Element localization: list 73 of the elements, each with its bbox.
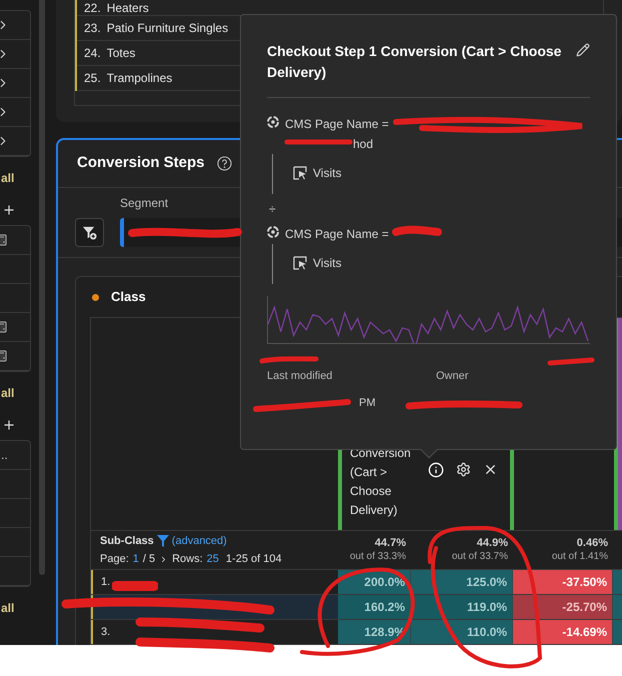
modified-value: PM: [359, 396, 376, 410]
total-base: out of 33.3%: [350, 550, 406, 563]
edit-icon[interactable]: [576, 43, 590, 57]
panel-title: Conversion Steps: [77, 153, 205, 174]
show-all-link[interactable]: all: [1, 169, 36, 187]
table-cell: [613, 570, 622, 594]
row-number: 25.: [84, 70, 101, 87]
total-value: 44.7%: [374, 537, 406, 550]
row-range: 1-25 of 104: [226, 552, 282, 567]
filter-link[interactable]: (advanced): [172, 532, 227, 549]
show-all-link[interactable]: all: [1, 599, 36, 617]
filter-add-icon: [82, 225, 97, 240]
redaction-mark: [258, 354, 320, 366]
table-cell: 119.0%: [411, 595, 513, 619]
table-cell: [613, 595, 622, 619]
info-icon[interactable]: [428, 462, 444, 478]
operator-symbol: ÷: [269, 201, 277, 218]
redaction-mark: [284, 137, 354, 147]
table-cell: 125.0%: [411, 570, 513, 594]
row-label: 3.: [101, 624, 110, 640]
column-title: Conversion (Cart > Choose Delivery): [350, 445, 412, 519]
dimension-rule: CMS Page Name =: [285, 226, 389, 243]
table-cell: 110.0%: [411, 620, 513, 644]
table-cell: 160.2%: [338, 595, 411, 619]
close-icon[interactable]: [483, 462, 498, 477]
row-number: 22.: [84, 0, 101, 16]
card-title: Class: [111, 288, 146, 306]
total-value: 0.46%: [576, 537, 608, 550]
dimension-rule-continued: hod: [353, 136, 374, 153]
segment-filter-button[interactable]: [75, 218, 104, 247]
metric-name: Visits: [313, 165, 342, 182]
table-cell: [613, 620, 622, 644]
table-cell: -25.70%: [513, 595, 613, 619]
row-label: Trampolines: [106, 70, 172, 87]
owner-label: Owner: [436, 369, 468, 384]
row-number: 24.: [84, 45, 101, 62]
scrollbar[interactable]: [39, 0, 45, 575]
filter-icon[interactable]: [156, 534, 169, 547]
row-label: Heaters: [106, 0, 149, 16]
popover-title: Checkout Step 1 Conversion (Cart > Choose Delivery): [267, 42, 562, 82]
row-label: 1.: [101, 574, 110, 590]
add-icon[interactable]: [2, 203, 16, 217]
redaction-mark: [392, 225, 442, 239]
modified-label: Last modified: [267, 369, 334, 384]
metric-name: Visits: [313, 255, 342, 272]
rows-count[interactable]: 25: [206, 551, 219, 568]
redaction-mark: [546, 356, 596, 366]
row-label: Totes: [106, 45, 136, 62]
dimension-title: Sub-Class: [100, 534, 154, 548]
row-label: Patio Furniture Singles: [106, 20, 228, 37]
table-cell: -37.50%: [513, 570, 613, 594]
settings-icon[interactable]: [456, 462, 471, 477]
total-value: 44.9%: [476, 537, 508, 550]
table-cell: -14.69%: [513, 620, 613, 644]
dimension-rule: CMS Page Name =: [285, 116, 389, 133]
help-icon[interactable]: [216, 156, 232, 171]
rows-label: Rows:: [172, 552, 203, 567]
row-number: 23.: [84, 20, 101, 37]
show-all-link[interactable]: all: [1, 384, 36, 402]
page-total: / 5: [142, 552, 156, 567]
visits-icon: [293, 166, 307, 180]
redaction-mark: [112, 578, 158, 594]
visits-icon: [293, 256, 307, 270]
item-label[interactable]: ..: [1, 446, 8, 464]
total-base: out of 33.7%: [452, 550, 508, 563]
segment-icon: [267, 226, 279, 238]
segment-label: Segment: [120, 195, 168, 212]
segment-icon: [267, 116, 279, 128]
total-base: out of 1.41%: [552, 550, 608, 563]
page-label: Page:: [100, 552, 129, 567]
page-number[interactable]: 1: [132, 551, 139, 568]
table-row[interactable]: 1. 200.0% 125.0% -37.50%: [91, 570, 622, 595]
add-icon[interactable]: [2, 418, 16, 432]
